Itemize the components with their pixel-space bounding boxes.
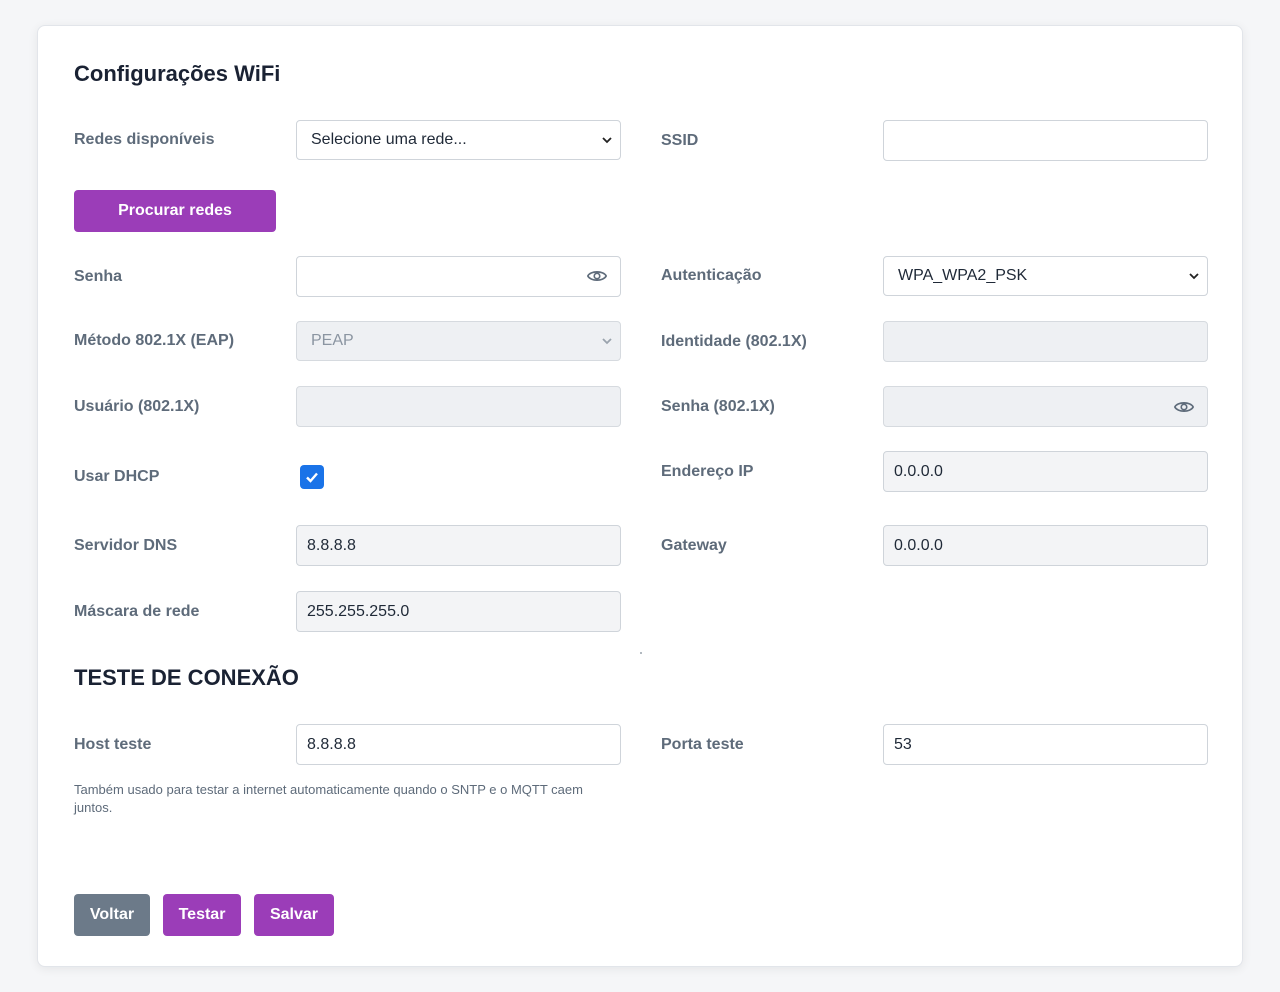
eap-method-value: PEAP [311,332,354,349]
eap-password-input[interactable] [883,386,1208,427]
checkmark-icon [306,472,318,483]
networks-select-value: Selecione uma rede... [311,131,467,148]
connection-test-title: TESTE DE CONEXÃO [74,665,299,690]
auth-label: Autenticação [661,267,762,284]
chevron-down-icon [1189,273,1199,280]
chevron-down-icon [602,338,612,345]
auth-select-value: WPA_WPA2_PSK [898,267,1028,284]
divider-dot [640,652,642,654]
eye-icon[interactable] [1173,396,1195,418]
test-host-hint: Também usado para testar a internet auto… [74,782,583,815]
gateway-input[interactable] [883,525,1208,566]
password-input[interactable] [296,256,621,297]
netmask-input[interactable] [296,591,621,632]
test-host-label: Host teste [74,736,152,753]
eap-password-label: Senha (802.1X) [661,398,775,415]
test-button[interactable]: Testar [163,894,241,936]
dns-input[interactable] [296,525,621,566]
scan-networks-button[interactable]: Procurar redes [74,190,276,232]
eap-method-label: Método 802.1X (EAP) [74,332,235,349]
chevron-down-icon [602,137,612,144]
page-title: Configurações WiFi [74,61,281,86]
eye-icon[interactable] [586,265,608,287]
username-label: Usuário (802.1X) [74,398,200,415]
test-port-label: Porta teste [661,736,744,753]
ssid-input[interactable] [883,120,1208,161]
back-button[interactable]: Voltar [74,894,150,936]
identity-input[interactable] [883,321,1208,362]
networks-select[interactable]: Selecione uma rede... [296,120,621,160]
netmask-label: Máscara de rede [74,603,200,620]
test-host-input[interactable] [296,724,621,765]
gateway-label: Gateway [661,537,727,554]
password-label: Senha [74,268,123,285]
wifi-settings-card: Configurações WiFi Redes disponíveis Sel… [37,25,1243,967]
eap-method-select[interactable]: PEAP [296,321,621,361]
ip-input[interactable] [883,451,1208,492]
identity-label: Identidade (802.1X) [661,333,807,350]
save-button[interactable]: Salvar [254,894,334,936]
dhcp-label: Usar DHCP [74,468,160,485]
ip-label: Endereço IP [661,463,754,480]
username-input[interactable] [296,386,621,427]
dhcp-checkbox[interactable] [300,465,324,489]
test-port-input[interactable] [883,724,1208,765]
auth-select[interactable]: WPA_WPA2_PSK [883,256,1208,296]
dns-label: Servidor DNS [74,537,178,554]
networks-label: Redes disponíveis [74,131,215,148]
ssid-label: SSID [661,132,699,149]
